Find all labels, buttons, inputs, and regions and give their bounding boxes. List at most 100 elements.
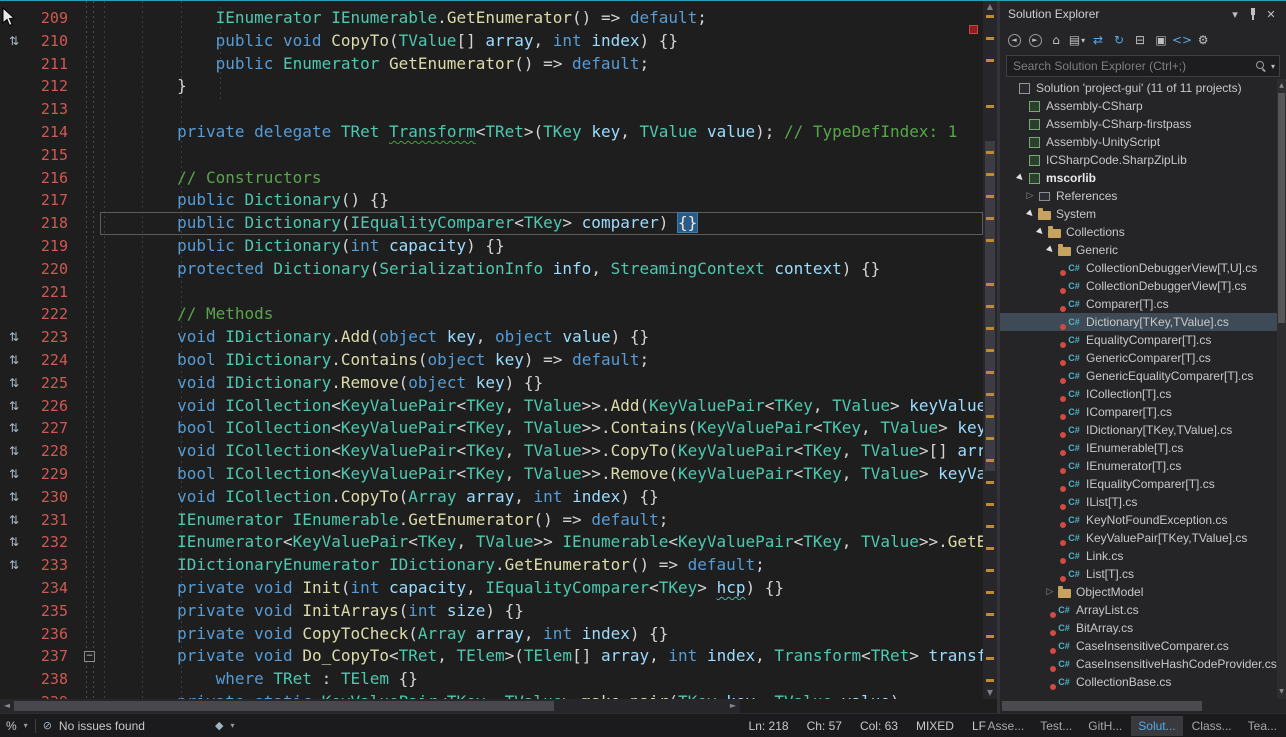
vertical-scroll-thumb[interactable]: [1278, 93, 1285, 323]
scroll-down-icon[interactable]: ▼: [983, 687, 997, 699]
forward-icon[interactable]: ►: [1025, 30, 1045, 50]
code-line[interactable]: 219 public Dictionary(int capacity) {}: [0, 235, 983, 258]
tree-item[interactable]: C#IEqualityComparer[T].cs: [1000, 475, 1277, 493]
tree-item[interactable]: C#IComparer[T].cs: [1000, 403, 1277, 421]
outline-margin[interactable]: [80, 75, 100, 98]
code-line[interactable]: 215: [0, 144, 983, 167]
outline-margin[interactable]: [80, 417, 100, 440]
code-text[interactable]: public Dictionary(IEqualityComparer<TKey…: [100, 212, 983, 235]
glyph-margin[interactable]: ⇅: [0, 531, 28, 554]
outline-margin[interactable]: [80, 600, 100, 623]
tree-item[interactable]: Assembly-UnityScript: [1000, 133, 1277, 151]
outline-margin[interactable]: [80, 30, 100, 53]
code-line[interactable]: ⇅223 void IDictionary.Add(object key, ob…: [0, 326, 983, 349]
expander-icon[interactable]: ▼: [1014, 173, 1026, 183]
glyph-margin[interactable]: [0, 303, 28, 326]
tree-item[interactable]: C#ICollection[T].cs: [1000, 385, 1277, 403]
code-text[interactable]: [100, 281, 983, 304]
show-all-files-icon[interactable]: ▣: [1151, 30, 1171, 50]
tree-item[interactable]: Solution 'project-gui' (11 of 11 project…: [1000, 79, 1277, 97]
glyph-margin[interactable]: [0, 53, 28, 76]
character-indicator[interactable]: Ch: 57: [807, 719, 842, 733]
glyph-margin[interactable]: [0, 189, 28, 212]
outline-margin[interactable]: [80, 258, 100, 281]
code-line[interactable]: ⇅233 IDictionaryEnumerator IDictionary.G…: [0, 554, 983, 577]
code-text[interactable]: bool IDictionary.Contains(object key) =>…: [100, 349, 983, 372]
outline-margin[interactable]: [80, 121, 100, 144]
tree-item[interactable]: C#KeyValuePair[TKey,TValue].cs: [1000, 529, 1277, 547]
outline-margin[interactable]: [80, 554, 100, 577]
glyph-margin[interactable]: [0, 75, 28, 98]
code-editor[interactable]: 209 IEnumerator IEnumerable.GetEnumerato…: [0, 1, 997, 713]
indentation-indicator[interactable]: MIXED: [916, 719, 954, 733]
code-text[interactable]: // Methods: [100, 303, 983, 326]
tree-item[interactable]: C#EqualityComparer[T].cs: [1000, 331, 1277, 349]
properties-icon[interactable]: ⚙: [1193, 30, 1213, 50]
outline-margin[interactable]: [80, 509, 100, 532]
tree-item[interactable]: C#IDictionary[TKey,TValue].cs: [1000, 421, 1277, 439]
scroll-up-icon[interactable]: ▲: [1277, 81, 1286, 91]
code-line[interactable]: ⇅232 IEnumerator<KeyValuePair<TKey, TVal…: [0, 531, 983, 554]
code-line[interactable]: 238 where TRet : TElem {}: [0, 668, 983, 691]
code-text[interactable]: void IDictionary.Add(object key, object …: [100, 326, 983, 349]
code-text[interactable]: IEnumerator IEnumerable.GetEnumerator() …: [100, 7, 983, 30]
code-text[interactable]: }: [100, 75, 983, 98]
outline-margin[interactable]: [80, 372, 100, 395]
glyph-margin[interactable]: [0, 577, 28, 600]
glyph-margin[interactable]: [0, 668, 28, 691]
tree-item[interactable]: C#CollectionBase.cs: [1000, 673, 1277, 691]
code-text[interactable]: IEnumerator IEnumerable.GetEnumerator() …: [100, 509, 983, 532]
tree-item[interactable]: C#IEnumerable[T].cs: [1000, 439, 1277, 457]
expander-icon[interactable]: ▷: [1024, 191, 1036, 201]
outline-margin[interactable]: [80, 98, 100, 121]
home-icon[interactable]: ⌂: [1046, 30, 1066, 50]
code-line[interactable]: 218 public Dictionary(IEqualityComparer<…: [0, 212, 983, 235]
code-line[interactable]: ⇅228 void ICollection<KeyValuePair<TKey,…: [0, 440, 983, 463]
tree-item[interactable]: C#ArrayList.cs: [1000, 601, 1277, 619]
tree-item[interactable]: ▼Generic: [1000, 241, 1277, 259]
tree-item[interactable]: C#GenericComparer[T].cs: [1000, 349, 1277, 367]
code-text[interactable]: IDictionaryEnumerator IDictionary.GetEnu…: [100, 554, 983, 577]
code-text[interactable]: private void CopyToCheck(Array array, in…: [100, 623, 983, 646]
tree-horizontal-scrollbar[interactable]: [1000, 699, 1277, 713]
outline-margin[interactable]: [80, 167, 100, 190]
outline-margin[interactable]: [80, 577, 100, 600]
tree-item[interactable]: C#GenericEqualityComparer[T].cs: [1000, 367, 1277, 385]
code-line[interactable]: 221: [0, 281, 983, 304]
search-icon[interactable]: [1256, 61, 1267, 72]
code-text[interactable]: public void CopyTo(TValue[] array, int i…: [100, 30, 983, 53]
code-text[interactable]: void ICollection<KeyValuePair<TKey, TVal…: [100, 440, 983, 463]
glyph-margin[interactable]: [0, 600, 28, 623]
glyph-margin[interactable]: [0, 121, 28, 144]
code-text[interactable]: // Constructors: [100, 167, 983, 190]
tool-window-tab[interactable]: Asse...: [981, 716, 1032, 736]
code-line[interactable]: ⇅225 void IDictionary.Remove(object key)…: [0, 372, 983, 395]
outline-margin[interactable]: [80, 303, 100, 326]
code-text[interactable]: public Enumerator GetEnumerator() => def…: [100, 53, 983, 76]
pin-icon[interactable]: [1244, 6, 1262, 22]
glyph-margin[interactable]: [0, 281, 28, 304]
code-line[interactable]: 209 IEnumerator IEnumerable.GetEnumerato…: [0, 7, 983, 30]
search-box[interactable]: ▾: [1006, 55, 1280, 77]
scroll-left-icon[interactable]: ◄: [0, 699, 14, 713]
glyph-margin[interactable]: ⇅: [0, 417, 28, 440]
tree-item[interactable]: C#Comparer[T].cs: [1000, 295, 1277, 313]
code-text[interactable]: public Dictionary(int capacity) {}: [100, 235, 983, 258]
code-text[interactable]: [100, 98, 983, 121]
tool-window-tab[interactable]: Tea...: [1241, 716, 1284, 736]
expander-icon[interactable]: ▼: [1034, 227, 1046, 237]
glyph-margin[interactable]: ⇅: [0, 440, 28, 463]
code-text[interactable]: private void InitArrays(int size) {}: [100, 600, 983, 623]
glyph-margin[interactable]: [0, 235, 28, 258]
editor-lines[interactable]: 209 IEnumerator IEnumerable.GetEnumerato…: [0, 1, 983, 699]
tree-item[interactable]: ▷ObjectModel: [1000, 583, 1277, 601]
glyph-margin[interactable]: ⇅: [0, 486, 28, 509]
code-line[interactable]: 239 private static KeyValuePair<TKey, TV…: [0, 691, 983, 699]
outline-margin[interactable]: [80, 235, 100, 258]
code-text[interactable]: void ICollection.CopyTo(Array array, int…: [100, 486, 983, 509]
status-widget-icon[interactable]: ◆: [215, 719, 223, 732]
outline-margin[interactable]: [80, 623, 100, 646]
zoom-control[interactable]: %: [6, 719, 17, 733]
collapse-region-icon[interactable]: −: [84, 651, 95, 662]
code-text[interactable]: private void Do_CopyTo<TRet, TElem>(TEle…: [100, 645, 983, 668]
